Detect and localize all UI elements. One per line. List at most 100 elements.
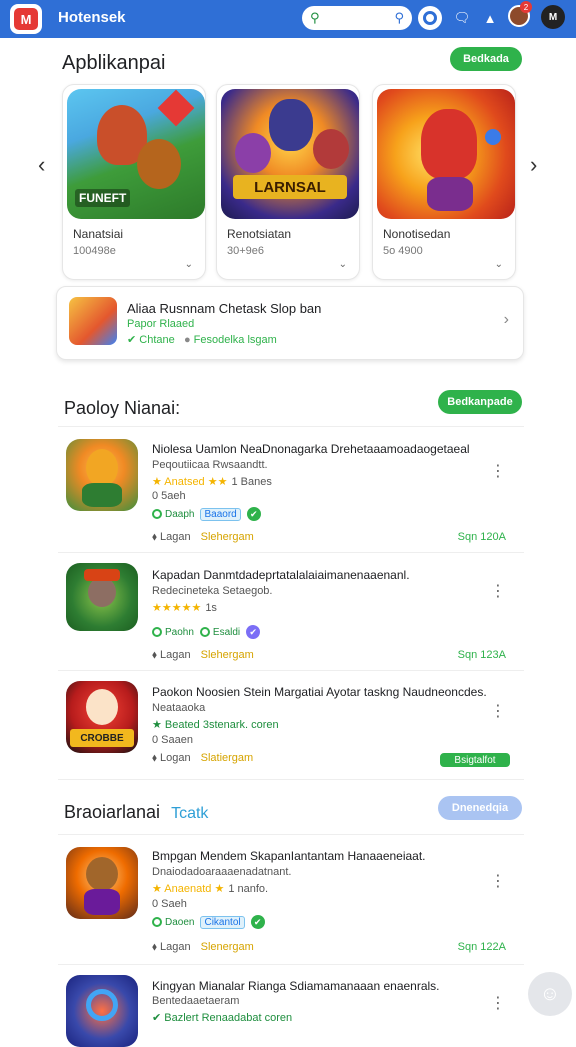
brand-name: Hotensek: [58, 9, 126, 26]
app-icon: CROBBE: [66, 681, 138, 753]
chip-a-label: Daaph: [165, 508, 195, 520]
check-icon: ✔: [250, 915, 265, 929]
more-icon[interactable]: ⌄: [495, 259, 503, 270]
list-item[interactable]: Kingyan Mianalar Rianga Sdiamamanaaan en…: [58, 964, 524, 1047]
tag-icon: ⬧: [152, 752, 157, 764]
list-item[interactable]: Bmpgan Mendem SkapanIantantam Hanaaeneia…: [58, 834, 524, 964]
promo-meta-a: Chtane: [139, 334, 175, 346]
game-downloads: 100498e: [73, 245, 116, 257]
star-icon: ★ Anatsed ★★: [152, 476, 228, 488]
footer-left: Lagan: [160, 941, 191, 953]
search-icon: ⚲: [310, 10, 320, 25]
feature-chips: Paohn Esaldi ✔: [152, 625, 261, 639]
section-title: Braoiarlanai Tcatk: [64, 802, 208, 823]
circle-icon: [152, 509, 162, 519]
app-size: 0 Saaen: [152, 734, 193, 746]
footer-left: Lagan: [160, 649, 191, 661]
promo-banner[interactable]: Aliaa Rusnnam Chetask Slop ban Papor Rla…: [56, 286, 524, 360]
bell-icon[interactable]: ▲: [478, 6, 502, 30]
footer-left: Logan: [160, 752, 191, 764]
game-downloads: 5o 4900: [383, 245, 423, 257]
game-name: Renotsiatan: [227, 227, 292, 241]
footer-left: Lagan: [160, 531, 191, 543]
rating-text: Bazlert Renaadabat coren: [164, 1012, 293, 1024]
star-icon: ★ Anaenatd ★: [152, 883, 225, 895]
tag-icon: ⬧: [152, 941, 157, 953]
more-vert-icon[interactable]: ⋮: [490, 461, 506, 481]
app-description: Peqoutiicaa Rwsaandtt.: [152, 459, 268, 471]
app-footer: ⬧ Lagan Slenergam: [152, 941, 254, 954]
circle-icon: [199, 627, 210, 637]
account-button[interactable]: M: [541, 5, 565, 29]
footer-mid: Slatiergam: [200, 752, 254, 764]
app-size: 0 5aeh: [152, 490, 186, 502]
feature-chips: Daaph Baaord ✔: [152, 507, 261, 521]
feature-chips: Daoen Cikantol ✔: [152, 915, 265, 929]
more-icon[interactable]: ⌄: [339, 259, 347, 270]
search-submit-icon[interactable]: ⚲: [394, 10, 404, 26]
chat-icon[interactable]: 🗨: [450, 6, 474, 30]
rating-text: 1 Banes: [231, 476, 272, 488]
floating-profile-button[interactable]: ☺: [528, 972, 572, 1016]
install-button[interactable]: Bsigtalfot: [440, 753, 510, 767]
app-rating: ★ Anaenatd ★ 1 nanfo.: [152, 882, 268, 895]
app-description: Neataaoka: [152, 702, 206, 714]
app-name: Kapadan Danmtdadeprtatalalaiaimanenaaena…: [152, 568, 410, 582]
circle-icon: [152, 917, 162, 927]
list-item[interactable]: Niolesa Uamlon NeaDnonagarka Drehetaaamo…: [58, 426, 524, 552]
footer-mid: Slehergam: [200, 649, 254, 661]
game-card[interactable]: LARNSAL Renotsiatan 30+9e6 ⌄: [216, 84, 360, 280]
app-name: Kingyan Mianalar Rianga Sdiamamanaaan en…: [152, 979, 440, 993]
app-footer: ⬧ Lagan Slehergam: [152, 649, 254, 662]
search-box[interactable]: ⚲ ⚲: [302, 6, 412, 30]
game-card[interactable]: FUNEFT Nanatsiai 100498e ⌄: [62, 84, 206, 280]
more-vert-icon[interactable]: ⋮: [490, 581, 506, 601]
footer-mid: Slehergam: [200, 531, 254, 543]
app-description: Dnaiodadoaraaaenadatnant.: [152, 866, 292, 878]
chip-a: Daaph: [152, 509, 194, 520]
app-logo[interactable]: M: [10, 4, 42, 34]
tag-icon: ⬧: [152, 649, 157, 661]
promo-meta: ✔ Chtane ● Fesodelka lsgam: [127, 333, 277, 346]
app-icon: [66, 975, 138, 1047]
app-price: Sqn 122A: [457, 941, 506, 953]
rating-text: 1 nanfo.: [228, 883, 269, 895]
app-name: Paokon Noosien Stein Margatiai Ayotar ta…: [152, 685, 487, 699]
game-downloads: 30+9e6: [227, 245, 265, 257]
tag-icon: ⬧: [152, 531, 157, 543]
game-card[interactable]: Nonotisedan 5o 4900 ⌄: [372, 84, 516, 280]
notification-badge: 2: [520, 1, 532, 13]
section-title-text: Braoiarlanai: [64, 802, 161, 822]
popular-see-all-button[interactable]: Bedkanpade: [438, 390, 522, 414]
more-vert-icon[interactable]: ⋮: [490, 993, 506, 1013]
chip-b: Cikantol: [200, 915, 245, 929]
app-description: Redecineteka Setaegob.: [152, 585, 273, 597]
game-artwork: FUNEFT: [67, 89, 205, 219]
featured-see-all-button[interactable]: Bedkada: [450, 47, 522, 71]
app-icon: [66, 847, 138, 919]
section-see-all-button[interactable]: Dnenedqia: [438, 796, 522, 820]
carousel-prev-icon[interactable]: ‹: [38, 152, 45, 178]
game-art-label: LARNSAL: [233, 175, 347, 199]
more-vert-icon[interactable]: ⋮: [490, 871, 506, 891]
top-app-bar: M Hotensek ⚲ ⚲ 🗨 ▲ 2 M: [0, 0, 576, 38]
list-item[interactable]: Kapadan Danmtdadeprtatalalaiaimanenaaena…: [58, 552, 524, 670]
chip-a: Paohn: [152, 627, 194, 638]
chip-a: Daoen: [152, 917, 194, 928]
carousel-next-icon[interactable]: ›: [530, 152, 537, 178]
toggle-button[interactable]: [418, 6, 442, 30]
list-item[interactable]: CROBBE Paokon Noosien Stein Margatiai Ay…: [58, 670, 524, 780]
check-icon: ✔: [246, 625, 261, 639]
chip-a-label: Paohn: [165, 626, 194, 638]
footer-mid: Slenergam: [200, 941, 254, 953]
app-rating: ★★★★★ 1s: [152, 601, 217, 614]
app-art-label: CROBBE: [70, 729, 134, 747]
app-icon: [66, 563, 138, 631]
app-footer: ⬧ Logan Slatiergam: [152, 752, 253, 765]
search-input[interactable]: [329, 11, 390, 25]
popular-title: Paoloy Nianai:: [64, 398, 181, 418]
more-icon[interactable]: ⌄: [185, 259, 193, 270]
more-vert-icon[interactable]: ⋮: [490, 701, 506, 721]
promo-thumbnail: [69, 297, 117, 345]
game-name: Nonotisedan: [383, 227, 451, 241]
